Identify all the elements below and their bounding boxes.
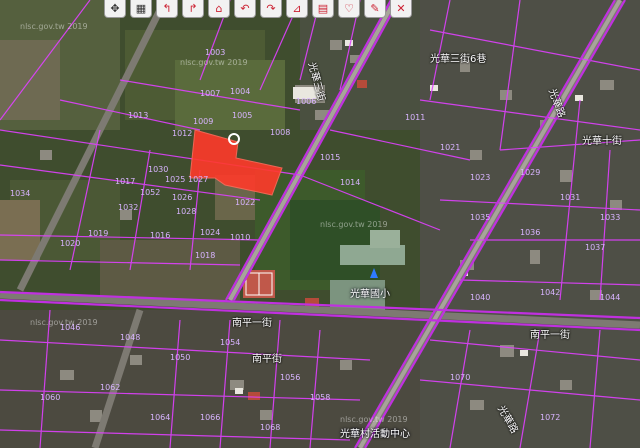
draw-icon[interactable]: ✎ bbox=[364, 0, 386, 18]
parcel-number: 1052 bbox=[140, 188, 160, 197]
parcel-number: 1070 bbox=[450, 373, 470, 382]
layers-icon[interactable]: ▤ bbox=[312, 0, 334, 18]
parcel-number: 1022 bbox=[235, 198, 255, 207]
watermark: nlsc.gov.tw 2019 bbox=[340, 415, 408, 424]
parcel-number: 1015 bbox=[320, 153, 340, 162]
bookmark-icon[interactable]: ♡ bbox=[338, 0, 360, 18]
close-icon[interactable]: ✕ bbox=[390, 0, 412, 18]
parcel-number: 1021 bbox=[440, 143, 460, 152]
parcel-number: 1026 bbox=[172, 193, 192, 202]
pan-left-icon[interactable]: ↰ bbox=[156, 0, 178, 18]
parcel-number: 1008 bbox=[270, 128, 290, 137]
parcel-number: 1032 bbox=[118, 203, 138, 212]
parcel-number: 1036 bbox=[520, 228, 540, 237]
redo-icon[interactable]: ↷ bbox=[260, 0, 282, 18]
parcel-number: 1017 bbox=[115, 177, 135, 186]
parcel-number: 1005 bbox=[232, 111, 252, 120]
satellite-map[interactable]: 1003 1007 1005 1013 1012 1008 1009 1006 1004 1025… bbox=[0, 0, 640, 448]
building-icon[interactable]: ▦ bbox=[130, 0, 152, 18]
parcel-number: 1058 bbox=[310, 393, 330, 402]
parcel-number: 1018 bbox=[195, 251, 215, 260]
watermark: nlsc.gov.tw 2019 bbox=[320, 220, 388, 229]
parcel-number: 1023 bbox=[470, 173, 490, 182]
parcel-number: 1054 bbox=[220, 338, 240, 347]
parcel-number: 1007 bbox=[200, 89, 220, 98]
compass-icon[interactable]: ✥ bbox=[104, 0, 126, 18]
road-label: 光華三街6巷 bbox=[430, 54, 487, 65]
parcel-number: 1028 bbox=[176, 207, 196, 216]
parcel-number: 1025 bbox=[165, 175, 185, 184]
parcel-number: 1020 bbox=[60, 239, 80, 248]
watermark: nlsc.gov.tw 2019 bbox=[30, 318, 98, 327]
parcel-number: 1044 bbox=[600, 293, 620, 302]
parcel-number: 1060 bbox=[40, 393, 60, 402]
parcel-number: 1010 bbox=[230, 233, 250, 242]
home-icon[interactable]: ⌂ bbox=[208, 0, 230, 18]
school-label[interactable]: 光華國小 bbox=[350, 285, 390, 300]
parcel-number: 1035 bbox=[470, 213, 490, 222]
parcel-number: 1016 bbox=[150, 231, 170, 240]
parcel-number: 1031 bbox=[560, 193, 580, 202]
parcel-number: 1011 bbox=[405, 113, 425, 122]
parcel-number: 1019 bbox=[88, 229, 108, 238]
parcel-number: 1014 bbox=[340, 178, 360, 187]
parcel-number: 1003 bbox=[205, 48, 225, 57]
parcel-number: 1034 bbox=[10, 189, 30, 198]
watermark: nlsc.gov.tw 2019 bbox=[180, 58, 248, 67]
parcel-number: 1004 bbox=[230, 87, 250, 96]
parcel-number: 1048 bbox=[120, 333, 140, 342]
parcel-number: 1024 bbox=[200, 228, 220, 237]
parcel-number: 1030 bbox=[148, 165, 168, 174]
parcel-number: 1066 bbox=[200, 413, 220, 422]
parcel-number: 1042 bbox=[540, 288, 560, 297]
parcel-number: 1072 bbox=[540, 413, 560, 422]
road-label: 南平街 bbox=[252, 354, 282, 365]
parcel-number: 1029 bbox=[520, 168, 540, 177]
road-label: 南平一街 bbox=[530, 330, 570, 341]
watermark: nlsc.gov.tw 2019 bbox=[20, 22, 88, 31]
parcel-number: 1012 bbox=[172, 129, 192, 138]
map-toolbar: ✥ ▦ ↰ ↱ ⌂ ↶ ↷ ⊿ ▤ ♡ ✎ ✕ bbox=[104, 0, 412, 18]
parcel-number: 1033 bbox=[600, 213, 620, 222]
parcel-number: 1006 bbox=[296, 97, 316, 106]
road-label: 光華十街 bbox=[582, 136, 622, 147]
activity-center-label[interactable]: 光華村活動中心 bbox=[340, 425, 410, 440]
parcel-number: 1062 bbox=[100, 383, 120, 392]
measure-icon[interactable]: ⊿ bbox=[286, 0, 308, 18]
parcel-number: 1013 bbox=[128, 111, 148, 120]
parcel-number: 1009 bbox=[193, 117, 213, 126]
parcel-number: 1056 bbox=[280, 373, 300, 382]
parcel-number: 1050 bbox=[170, 353, 190, 362]
road-label: 南平一街 bbox=[232, 318, 272, 329]
parcel-number: 1027 bbox=[188, 175, 208, 184]
parcel-number: 1040 bbox=[470, 293, 490, 302]
pan-right-icon[interactable]: ↱ bbox=[182, 0, 204, 18]
parcel-number: 1064 bbox=[150, 413, 170, 422]
undo-icon[interactable]: ↶ bbox=[234, 0, 256, 18]
parcel-number: 1068 bbox=[260, 423, 280, 432]
parcel-number: 1037 bbox=[585, 243, 605, 252]
